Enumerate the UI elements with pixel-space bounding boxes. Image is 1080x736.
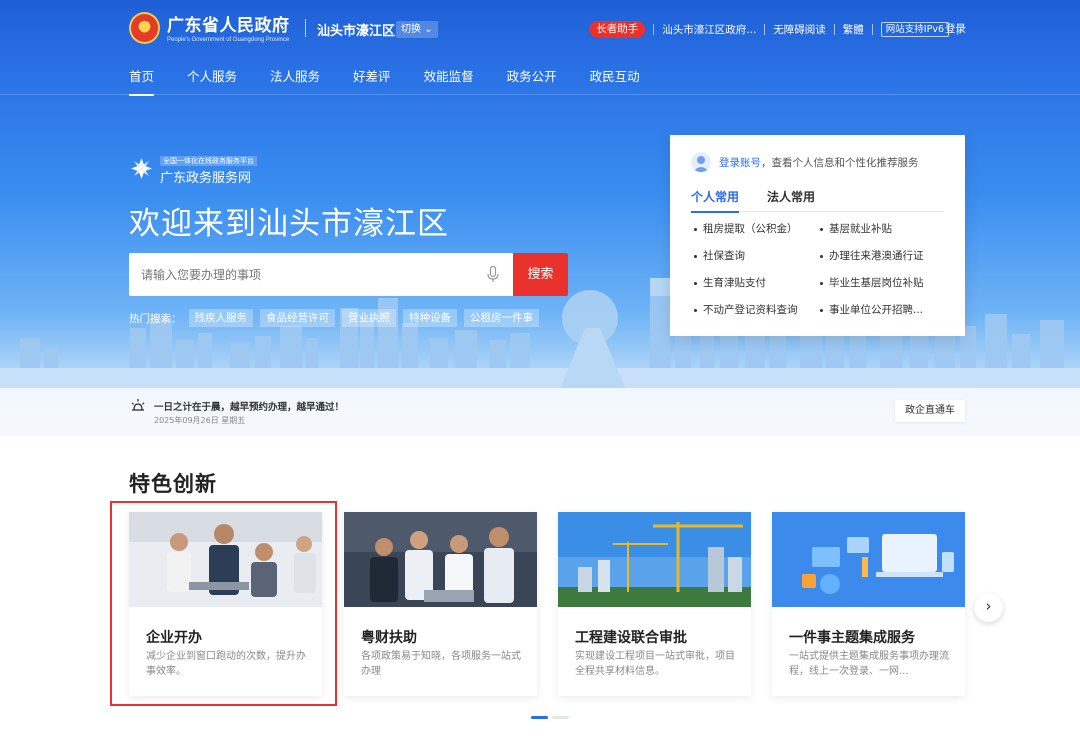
region-switch-button[interactable]: 切换 ⌄ xyxy=(396,21,438,38)
list-item[interactable]: 事业单位公开招聘... xyxy=(820,302,944,318)
nav-home[interactable]: 首页 xyxy=(129,66,155,96)
card-image xyxy=(772,512,965,607)
nav-rating[interactable]: 好差评 xyxy=(353,66,391,96)
hero-banner: 广东省人民政府 People's Government of Guangdong… xyxy=(0,0,1080,436)
list-item[interactable]: 社保查询 xyxy=(694,248,820,264)
card-desc: 减少企业到窗口跑动的次数，提升办事效率。 xyxy=(146,651,306,677)
hot-tag[interactable]: 营业执照 xyxy=(342,309,396,327)
notice-date: 2025年09月26日 星期五 xyxy=(154,416,246,425)
title-divider xyxy=(305,19,306,37)
carousel-dot[interactable] xyxy=(552,716,569,719)
nav-gov-affairs[interactable]: 政务公开 xyxy=(507,66,557,96)
emblem-icon[interactable] xyxy=(129,12,160,44)
ipv6-badge: 网站支持IPv6 xyxy=(880,21,949,37)
switch-label: 切换 xyxy=(401,24,421,35)
card-construction-approval[interactable]: 工程建设联合审批 实现建设工程项目一站式审批，项目全程共享材料信息。 xyxy=(558,512,751,696)
chevron-down-icon: ⌄ xyxy=(424,24,433,35)
carousel-dots xyxy=(531,716,569,719)
site-subtitle: People's Government of Guangdong Provinc… xyxy=(167,37,290,43)
card-finance-support[interactable]: 粤财扶助 各项政策易于知晓，各项服务一站式办理 xyxy=(344,512,537,696)
platform-name: 广东政务服务网 xyxy=(160,171,252,186)
platform-label: 全国一体化在线政务服务平台 xyxy=(160,156,257,166)
card-desc: 各项政策易于知晓，各项服务一站式办理 xyxy=(361,651,521,677)
traditional-chinese-link[interactable]: 繁體 xyxy=(843,22,864,37)
tab-personal[interactable]: 个人常用 xyxy=(691,188,740,213)
user-avatar-icon xyxy=(691,152,711,172)
nav-legal-service[interactable]: 法人服务 xyxy=(270,66,320,96)
card-image xyxy=(129,512,322,607)
card-title: 企业开办 xyxy=(146,630,202,646)
list-item[interactable]: 生育津贴支付 xyxy=(694,275,820,291)
region-gov-link[interactable]: 汕头市濠江区政府... xyxy=(662,22,756,37)
list-item[interactable]: 办理往来港澳通行证 xyxy=(820,248,944,264)
list-item[interactable]: 不动产登记资料查询 xyxy=(694,302,820,318)
sunrise-icon xyxy=(131,399,145,411)
common-services-panel: 登录账号，查看个人信息和个性化推荐服务 个人常用 法人常用 租房提取（公积金） … xyxy=(670,135,965,336)
welcome-heading: 欢迎来到汕头市濠江区 xyxy=(129,206,449,242)
card-title: 工程建设联合审批 xyxy=(575,630,687,646)
gov-enterprise-button[interactable]: 政企直通车 xyxy=(895,400,965,422)
service-list: 租房提取（公积金） 基层就业补贴 社保查询 办理往来港澳通行证 生育津贴支付 毕… xyxy=(694,221,944,318)
login-tip-text: ，查看个人信息和个性化推荐服务 xyxy=(761,157,919,169)
microphone-icon[interactable] xyxy=(487,266,499,283)
nav-interaction[interactable]: 政民互动 xyxy=(590,66,640,96)
elder-assistant-button[interactable]: 长者助手 xyxy=(589,20,646,38)
card-enterprise-setup[interactable]: 企业开办 减少企业到窗口跑动的次数，提升办事效率。 xyxy=(129,512,322,696)
card-desc: 一站式提供主题集成服务事项办理流程，线上一次登录、一网... xyxy=(789,651,949,677)
search-button[interactable]: 搜索 xyxy=(513,253,568,296)
section-title: 特色创新 xyxy=(129,472,217,496)
login-tip: 登录账号，查看个人信息和个性化推荐服务 xyxy=(719,155,919,170)
card-image xyxy=(344,512,537,607)
search-box xyxy=(129,253,513,296)
hot-tag[interactable]: 残疾人服务 xyxy=(188,309,253,327)
card-desc: 实现建设工程项目一站式审批，项目全程共享材料信息。 xyxy=(575,651,735,677)
carousel-next-button[interactable]: › xyxy=(974,593,1003,622)
site-title[interactable]: 广东省人民政府 xyxy=(167,11,290,36)
nav-supervision[interactable]: 效能监督 xyxy=(424,66,474,96)
top-links: 长者助手 汕头市濠江区政府... 无障碍阅读 繁體 网站支持IPv6 xyxy=(589,20,966,38)
hot-tag[interactable]: 公租房一件事 xyxy=(464,309,539,327)
card-one-thing-service[interactable]: 一件事主题集成服务 一站式提供主题集成服务事项办理流程，线上一次登录、一网... xyxy=(772,512,965,696)
card-image xyxy=(558,512,751,607)
hot-tag[interactable]: 食品经营许可 xyxy=(260,309,335,327)
login-account-link[interactable]: 登录账号 xyxy=(719,157,761,169)
hot-search-label: 热门搜索： xyxy=(129,312,182,325)
search-input[interactable] xyxy=(129,253,469,296)
list-item[interactable]: 基层就业补贴 xyxy=(820,221,944,237)
region-name: 汕头市濠江区 xyxy=(317,24,396,39)
main-nav: 首页 个人服务 法人服务 好差评 效能监督 政务公开 政民互动 xyxy=(129,66,673,96)
tab-legal[interactable]: 法人常用 xyxy=(767,188,815,212)
card-title: 粤财扶助 xyxy=(361,630,417,646)
carousel-dot[interactable] xyxy=(531,716,548,719)
notice-text: 一日之计在于晨，越早预约办理，越早通过！ xyxy=(154,402,345,413)
gd-service-logo-icon xyxy=(131,158,152,179)
login-link[interactable]: 登录 xyxy=(945,20,966,38)
list-item[interactable]: 租房提取（公积金） xyxy=(694,221,820,237)
panel-tabs: 个人常用 法人常用 xyxy=(691,188,944,213)
hot-tag[interactable]: 特种设备 xyxy=(403,309,457,327)
card-title: 一件事主题集成服务 xyxy=(789,630,915,646)
hot-searches: 热门搜索： 残疾人服务 食品经营许可 营业执照 特种设备 公租房一件事 xyxy=(129,309,539,327)
accessible-reading-link[interactable]: 无障碍阅读 xyxy=(773,22,826,37)
list-item[interactable]: 毕业生基层岗位补贴 xyxy=(820,275,944,291)
nav-personal-service[interactable]: 个人服务 xyxy=(187,66,237,96)
